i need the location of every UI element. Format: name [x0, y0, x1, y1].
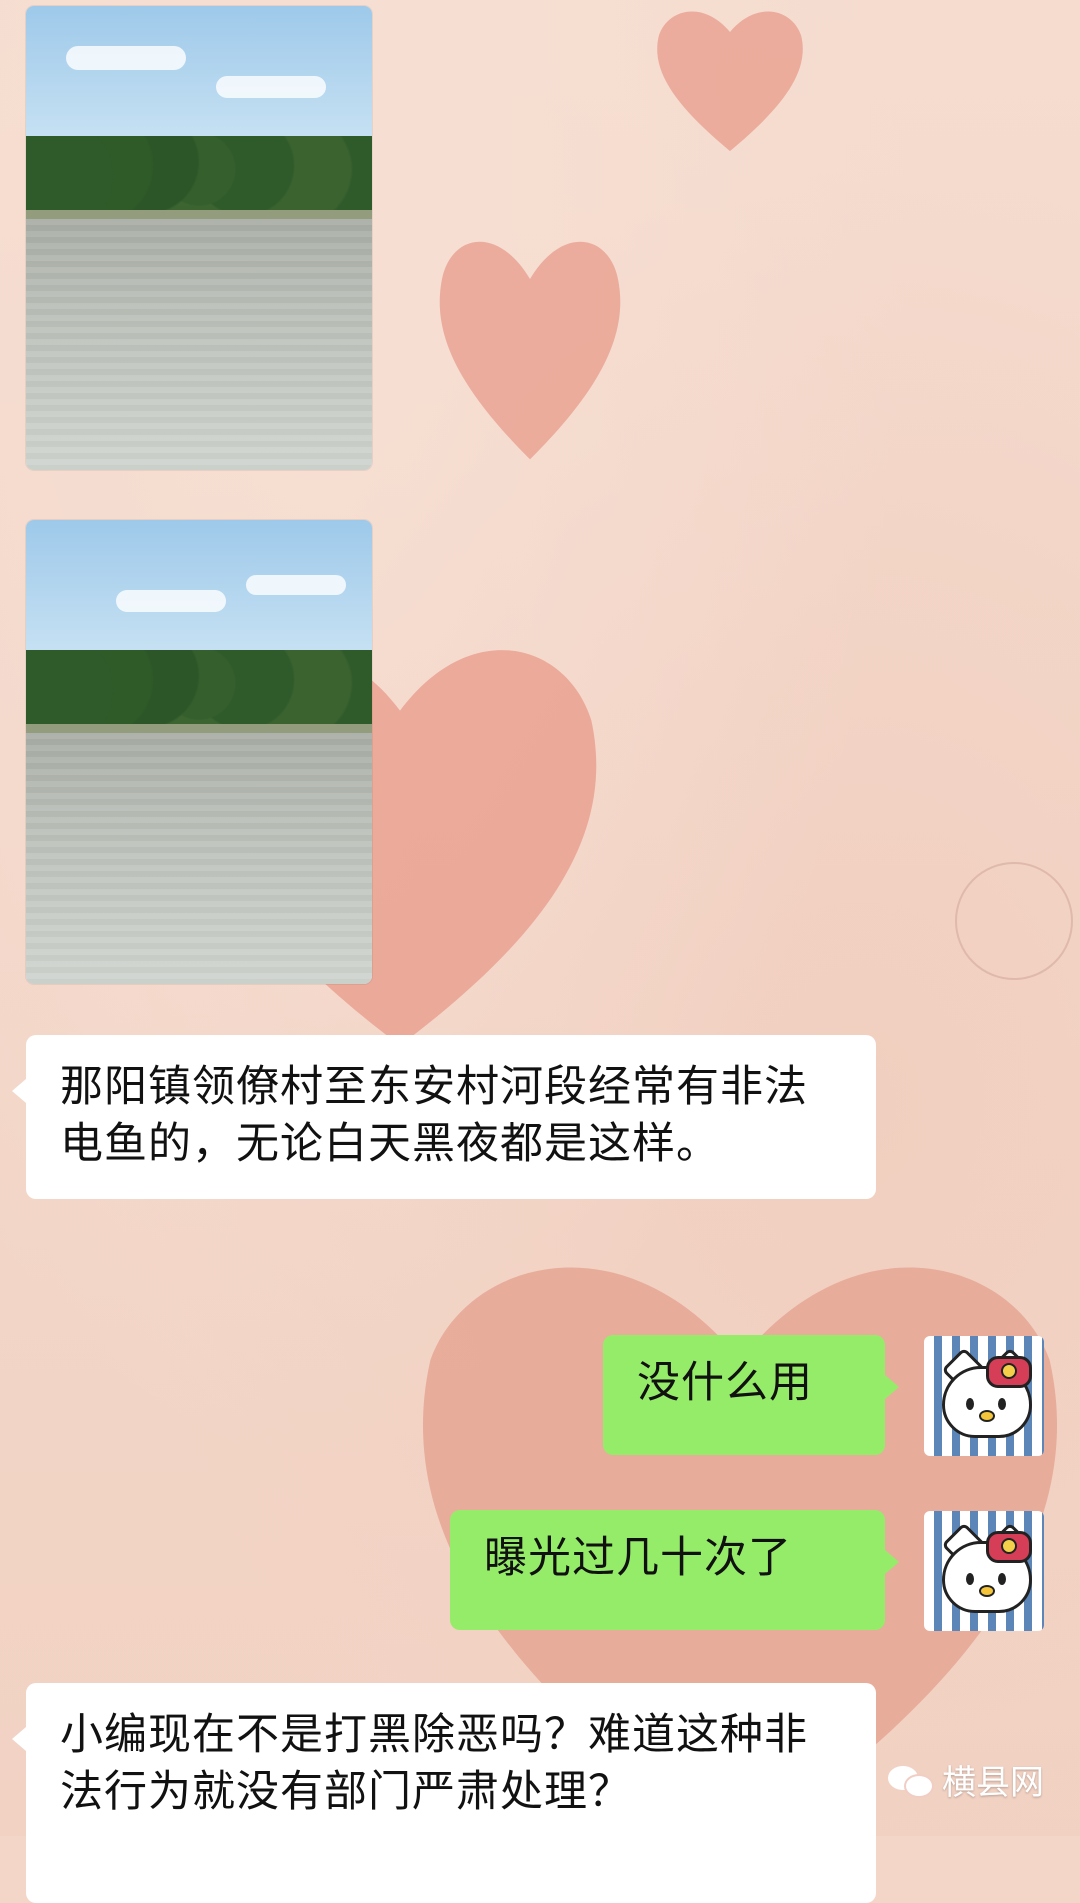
avatar-eye: [966, 1398, 974, 1410]
avatar-eye: [998, 1398, 1006, 1410]
message-bubble-left[interactable]: 那阳镇领僚村至东安村河段经常有非法电鱼的，无论白天黑夜都是这样。: [12, 1035, 876, 1199]
river-water: [26, 219, 372, 470]
message-text: 那阳镇领僚村至东安村河段经常有非法电鱼的，无论白天黑夜都是这样。: [60, 1062, 808, 1169]
message-bubble-left[interactable]: 小编现在不是打黑除恶吗？难道这种非法行为就没有部门严肃处理？: [12, 1683, 876, 1903]
avatar-bow-center: [1001, 1538, 1017, 1554]
chat-image-2[interactable]: [26, 520, 372, 984]
avatar-bow-center: [1001, 1363, 1017, 1379]
avatar-nose: [979, 1585, 995, 1597]
cloud: [66, 46, 186, 70]
tree-line: [26, 649, 372, 725]
brand-mark: 横县网: [888, 1755, 1044, 1804]
user-avatar[interactable]: [924, 1336, 1044, 1456]
heart-decoration-icon: [439, 241, 621, 460]
cloud: [116, 590, 226, 612]
cloud: [216, 76, 326, 98]
brand-name: 横县网: [942, 1763, 1044, 1803]
user-avatar[interactable]: [924, 1511, 1044, 1631]
message-bubble-right[interactable]: 曝光过几十次了: [450, 1510, 899, 1630]
wechat-logo-icon: [888, 1762, 934, 1798]
tree-line: [26, 135, 372, 211]
logo-bubble: [904, 1773, 934, 1798]
cloud: [246, 575, 346, 595]
message-bubble-right[interactable]: 没什么用: [603, 1335, 899, 1455]
message-text: 小编现在不是打黑除恶吗？难道这种非法行为就没有部门严肃处理？: [60, 1710, 808, 1817]
avatar-nose: [979, 1410, 995, 1422]
river-water: [26, 733, 372, 984]
avatar-eye: [966, 1573, 974, 1585]
watermark-stamp: [955, 862, 1073, 980]
message-text: 没什么用: [637, 1358, 813, 1408]
chat-image-1[interactable]: [26, 6, 372, 470]
message-text: 曝光过几十次了: [484, 1533, 792, 1583]
heart-decoration-icon: [657, 11, 803, 152]
avatar-eye: [998, 1573, 1006, 1585]
